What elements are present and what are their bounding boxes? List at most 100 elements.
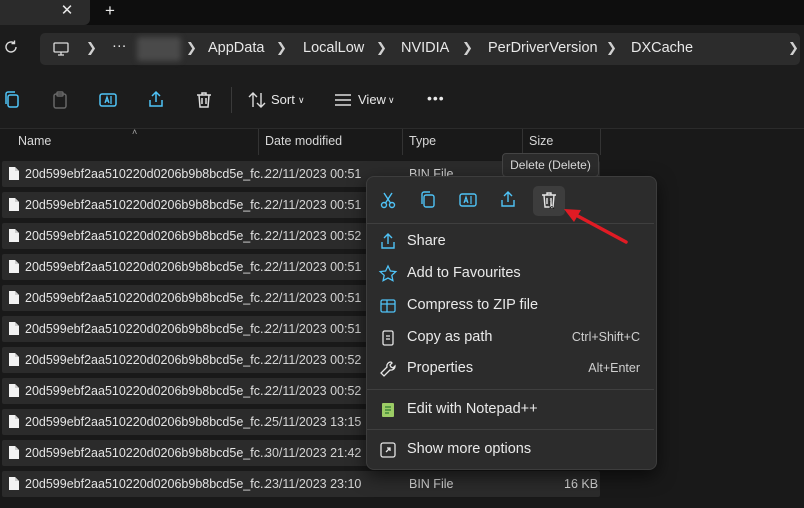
sort-icon[interactable]	[245, 88, 269, 112]
share-icon[interactable]	[497, 189, 519, 211]
file-date: 22/11/2023 00:52	[265, 384, 362, 398]
chevron-right-icon[interactable]: ❯	[788, 40, 799, 56]
share-icon[interactable]	[144, 88, 168, 112]
menu-item-label: Show more options	[407, 441, 532, 457]
view-icon[interactable]	[331, 88, 355, 112]
file-row[interactable]: 20d599ebf2aa510220d0206b9b8bcd5e_fc... 23…	[2, 471, 600, 497]
file-date: 23/11/2023 23:10	[265, 477, 362, 491]
chevron-right-icon: ❯	[86, 40, 97, 55]
file-date: 22/11/2023 00:52	[265, 353, 362, 367]
refresh-icon[interactable]	[2, 38, 20, 56]
delete-icon[interactable]	[192, 88, 216, 112]
column-size[interactable]: Size	[529, 134, 553, 148]
this-pc-icon	[53, 42, 69, 56]
address-bar[interactable]: ❯ ··· ❯ AppData ❯ LocalLow ❯ NVIDIA ❯ Pe…	[40, 33, 800, 65]
file-icon	[9, 477, 19, 490]
file-icon	[9, 353, 19, 366]
address-row: ❯ ··· ❯ AppData ❯ LocalLow ❯ NVIDIA ❯ Pe…	[0, 25, 804, 73]
new-tab-button[interactable]: +	[100, 1, 120, 21]
share-icon	[381, 233, 395, 249]
column-divider[interactable]	[258, 129, 259, 155]
column-date-modified[interactable]: Date modified	[265, 134, 342, 148]
breadcrumb-ellipsis[interactable]: ···	[112, 38, 127, 54]
menu-item-add-to-favourites[interactable]: Add to Favourites	[376, 261, 648, 287]
file-name: 20d599ebf2aa510220d0206b9b8bcd5e_fc...	[25, 198, 271, 212]
file-icon	[9, 291, 19, 304]
column-name[interactable]: Name	[18, 134, 51, 148]
menu-item-label: Copy as path	[407, 329, 493, 345]
more-options-button[interactable]: •••	[427, 90, 445, 106]
star-icon	[378, 264, 398, 282]
wrench-icon	[380, 361, 396, 377]
paste-icon[interactable]	[48, 88, 72, 112]
file-name: 20d599ebf2aa510220d0206b9b8bcd5e_fc...	[25, 322, 271, 336]
copy-path-icon	[382, 330, 394, 346]
file-name: 20d599ebf2aa510220d0206b9b8bcd5e_fc...	[25, 260, 271, 274]
breadcrumb-perdriverversion[interactable]: PerDriverVersion	[488, 40, 598, 56]
file-date: 25/11/2023 13:15	[265, 415, 362, 429]
file-icon	[9, 229, 19, 242]
tab-bar: ✕ +	[0, 0, 804, 25]
file-name: 20d599ebf2aa510220d0206b9b8bcd5e_fc...	[25, 384, 271, 398]
file-date: 30/11/2023 21:42	[265, 446, 362, 460]
file-name: 20d599ebf2aa510220d0206b9b8bcd5e_fc...	[25, 167, 271, 181]
sort-button[interactable]: Sort	[271, 92, 295, 107]
copy-icon[interactable]	[417, 189, 439, 211]
cut-icon[interactable]	[377, 189, 399, 211]
chevron-down-icon: ∨	[388, 95, 395, 105]
file-icon	[9, 384, 19, 397]
menu-item-label: Add to Favourites	[407, 265, 521, 281]
redacted-username	[137, 37, 181, 61]
menu-divider	[367, 389, 654, 390]
menu-item-show-more-options[interactable]: Show more options	[376, 437, 648, 463]
active-tab[interactable]: ✕	[0, 0, 90, 25]
file-name: 20d599ebf2aa510220d0206b9b8bcd5e_fc...	[25, 353, 271, 367]
delete-icon[interactable]	[538, 189, 560, 211]
menu-item-copy-as-path[interactable]: Copy as path Ctrl+Shift+C	[376, 325, 648, 351]
breadcrumb-locallow[interactable]: LocalLow	[303, 40, 364, 56]
chevron-right-icon: ❯	[606, 40, 617, 55]
view-button[interactable]: View	[358, 92, 386, 107]
menu-item-compress-zip[interactable]: Compress to ZIP file	[376, 293, 648, 319]
file-name: 20d599ebf2aa510220d0206b9b8bcd5e_fc...	[25, 477, 271, 491]
rename-icon[interactable]	[457, 189, 479, 211]
file-date: 22/11/2023 00:51	[265, 291, 362, 305]
column-divider[interactable]	[600, 129, 601, 155]
file-icon	[9, 167, 19, 180]
file-name: 20d599ebf2aa510220d0206b9b8bcd5e_fc...	[25, 229, 271, 243]
breadcrumb-appdata[interactable]: AppData	[208, 40, 264, 56]
file-name: 20d599ebf2aa510220d0206b9b8bcd5e_fc...	[25, 291, 271, 305]
chevron-right-icon: ❯	[276, 40, 287, 55]
menu-item-properties[interactable]: Properties Alt+Enter	[376, 356, 648, 382]
menu-item-label: Properties	[407, 360, 474, 376]
chevron-right-icon: ❯	[462, 40, 473, 55]
file-icon	[9, 260, 19, 273]
chevron-down-icon: ∨	[298, 95, 305, 105]
column-type[interactable]: Type	[409, 134, 436, 148]
file-date: 22/11/2023 00:51	[265, 322, 362, 336]
column-divider[interactable]	[522, 129, 523, 155]
command-bar: Sort ∨ View ∨ •••	[0, 73, 804, 129]
file-size: 16 KB	[564, 477, 599, 491]
toolbar-divider	[231, 87, 232, 113]
file-type: BIN File	[409, 477, 454, 491]
file-date: 22/11/2023 00:51	[265, 167, 362, 181]
menu-item-label: Edit with Notepad++	[407, 401, 538, 417]
breadcrumb-dxcache[interactable]: DXCache	[631, 40, 693, 56]
close-tab-icon[interactable]: ✕	[57, 1, 77, 21]
annotation-arrow-icon	[564, 209, 628, 244]
notepad-plus-plus-icon	[382, 403, 394, 417]
copy-icon[interactable]	[0, 88, 24, 112]
sort-arrow-icon: ˄	[132, 127, 138, 137]
file-icon	[9, 446, 19, 459]
rename-icon[interactable]	[96, 88, 120, 112]
chevron-right-icon: ❯	[376, 40, 387, 55]
menu-item-label: Compress to ZIP file	[407, 297, 539, 313]
show-more-icon	[380, 442, 396, 458]
breadcrumb-nvidia[interactable]: NVIDIA	[401, 40, 449, 56]
column-divider[interactable]	[402, 129, 403, 155]
file-icon	[9, 322, 19, 335]
menu-item-label: Share	[407, 233, 446, 249]
menu-item-edit-notepadpp[interactable]: Edit with Notepad++	[376, 397, 648, 423]
file-name: 20d599ebf2aa510220d0206b9b8bcd5e_fc...	[25, 446, 271, 460]
